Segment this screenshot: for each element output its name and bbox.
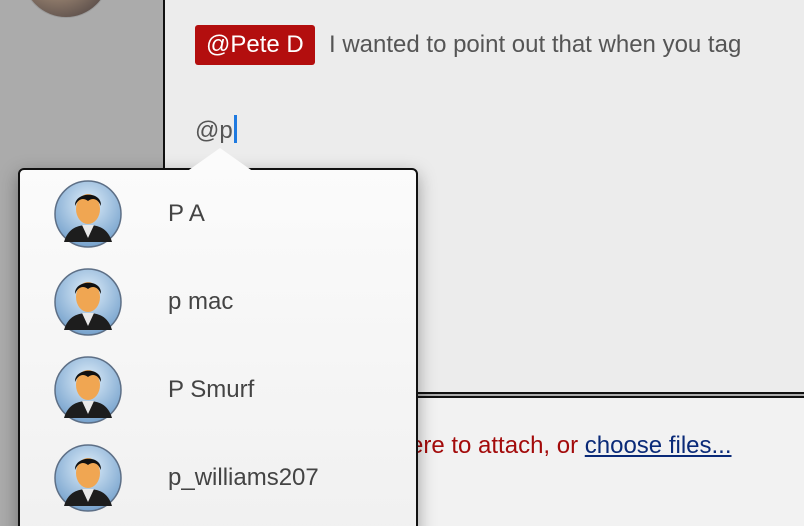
screen: @Pete D I wanted to point out that when …: [0, 0, 804, 526]
mention-suggestions-popup: P A p mac P Smurf p_williams207: [18, 168, 418, 526]
user-avatar-icon: [54, 268, 122, 336]
suggestion-label: p mac: [168, 288, 234, 315]
suggestion-item[interactable]: P A: [40, 170, 416, 258]
user-avatar-icon: [54, 444, 122, 512]
suggestion-label: p_williams207: [168, 464, 319, 491]
text-caret: [233, 115, 237, 143]
mention-chip[interactable]: @Pete D: [195, 25, 315, 65]
suggestion-label: P A: [168, 200, 205, 227]
message-text: I wanted to point out that when you tag: [329, 31, 742, 58]
suggestion-item[interactable]: p_williams207: [40, 434, 416, 522]
suggestion-item[interactable]: p mac: [40, 258, 416, 346]
typed-mention-query[interactable]: @p: [195, 113, 237, 149]
profile-avatar: [22, 0, 110, 18]
typed-text: @p: [195, 117, 233, 144]
user-avatar-icon: [54, 180, 122, 248]
suggestion-label: P Smurf: [168, 376, 255, 403]
dropzone-label: ere to attach, or choose files...: [410, 428, 732, 464]
popup-pointer: [186, 148, 254, 172]
dropzone-text: ere to attach, or: [410, 432, 585, 459]
user-avatar-icon: [54, 356, 122, 424]
suggestion-item[interactable]: P Smurf: [40, 346, 416, 434]
choose-files-link[interactable]: choose files...: [585, 432, 732, 459]
